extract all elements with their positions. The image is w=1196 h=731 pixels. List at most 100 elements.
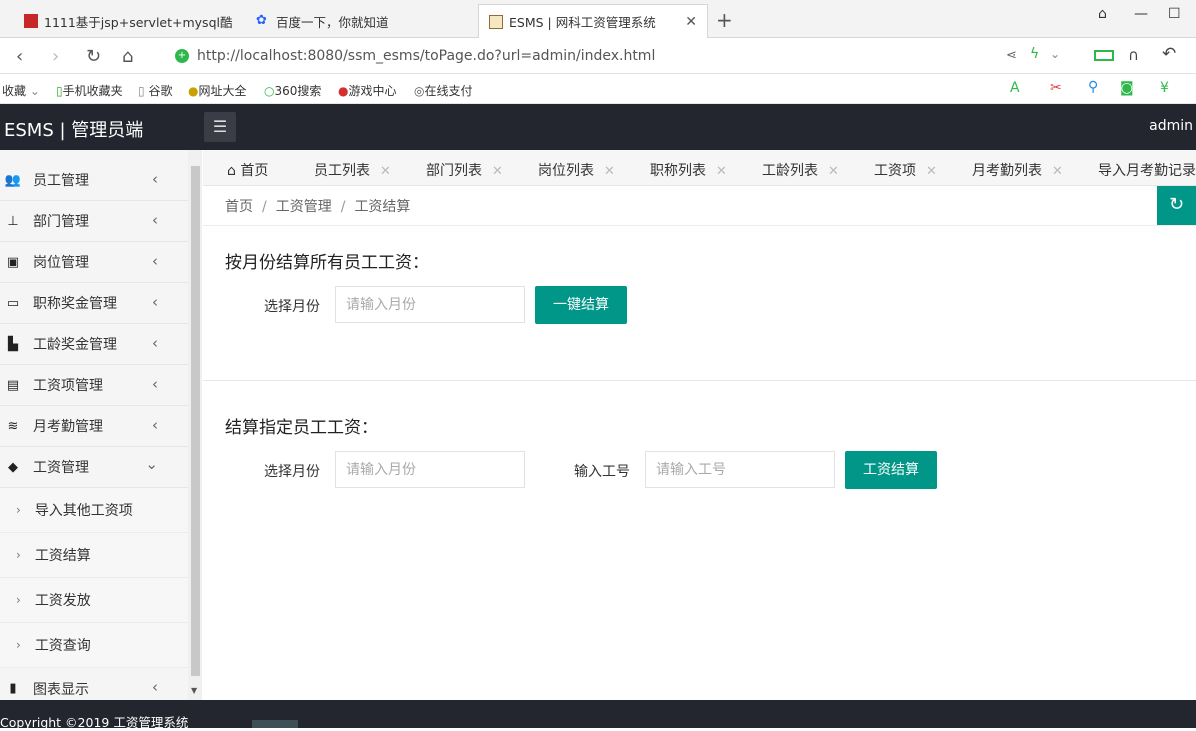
month-label: 选择月份	[264, 299, 320, 315]
copyright-text: Copyright ©2019 工资管理系统	[0, 715, 189, 730]
month-input[interactable]	[335, 451, 525, 488]
close-icon[interactable]: ✕	[716, 164, 727, 179]
tab-label: 职称列表	[650, 163, 706, 179]
esms-favicon-icon	[489, 14, 503, 29]
pay-icon: ◎	[414, 84, 425, 98]
tab-label: 工资项	[874, 163, 916, 179]
sidebar-subitem-settle[interactable]: › 工资结算	[0, 533, 188, 578]
undo-icon[interactable]: ↶	[1162, 44, 1176, 64]
tab-label: 月考勤列表	[972, 163, 1042, 179]
reload-icon[interactable]: ↻	[86, 46, 101, 67]
tab-import-attendance[interactable]: 导入月考勤记录	[1098, 160, 1196, 180]
page-icon: ▯	[138, 84, 145, 98]
close-icon[interactable]: ✕	[926, 164, 937, 179]
home-icon[interactable]: ⌂	[122, 46, 133, 67]
section-title-employee: 结算指定员工工资：	[225, 418, 378, 438]
close-icon[interactable]: ✕	[1052, 164, 1063, 179]
sidebar-item-seniority-bonus[interactable]: ▙ 工龄奖金管理 ‹	[0, 324, 188, 365]
close-icon[interactable]: ✕	[604, 164, 615, 179]
sidebar-subitem-import[interactable]: › 导入其他工资项	[0, 488, 188, 533]
scissors-icon[interactable]: ✂	[1050, 80, 1062, 96]
scroll-down-icon[interactable]: ▼	[191, 686, 197, 695]
tab-employees[interactable]: 员工列表 ✕	[314, 160, 391, 180]
settle-employee-button[interactable]: 工资结算	[845, 451, 937, 489]
bookmark-sites[interactable]: ●网址大全	[188, 82, 247, 99]
admin-user[interactable]: admin	[1149, 118, 1193, 134]
bookmark-label: 360搜索	[274, 84, 322, 98]
sidebar-item-label: 员工管理	[33, 173, 89, 189]
settle-all-button[interactable]: 一键结算	[535, 286, 627, 324]
bookmark-360[interactable]: ○360搜索	[264, 82, 321, 99]
sidebar-subitem-query[interactable]: › 工资查询	[0, 623, 188, 668]
page-tabs: ⌂ 首页 员工列表 ✕ 部门列表 ✕ 岗位列表 ✕ 职称列表 ✕ 工龄列表 ✕ 工资项 ✕ …	[203, 150, 1196, 186]
share-icon[interactable]: ⋖	[1006, 48, 1017, 63]
employee-id-input[interactable]	[645, 451, 835, 488]
book-icon: ▮	[9, 681, 17, 696]
search-icon[interactable]: ⚲	[1088, 79, 1098, 95]
tab-seniority[interactable]: 工龄列表 ✕	[762, 160, 839, 180]
app-header: ESMS | 管理员端 ☰ admin	[0, 104, 1196, 150]
sidebar-item-label: 职称奖金管理	[33, 296, 117, 312]
bookmark-pay[interactable]: ◎在线支付	[414, 82, 473, 99]
sidebar-item-departments[interactable]: ⊥ 部门管理 ‹	[0, 201, 188, 242]
menu-toggle-icon[interactable]: ☰	[204, 112, 236, 142]
tab-home[interactable]: ⌂ 首页	[227, 160, 268, 180]
bookmarks-bar: 收藏 ⌄ ▯手机收藏夹 ▯ 谷歌 ●网址大全 ○360搜索 ●游戏中心 ◎在线支…	[0, 74, 1196, 104]
chevron-down-icon[interactable]: ⌄	[1050, 47, 1060, 61]
translate-icon[interactable]: A	[1010, 80, 1020, 96]
sidebar-subitem-payout[interactable]: › 工资发放	[0, 578, 188, 623]
browser-tab-title: 1111基于jsp+servlet+mysql酷	[44, 14, 233, 30]
close-icon[interactable]: ✕	[380, 164, 391, 179]
browser-tab-3[interactable]: ESMS | 网科工资管理系统 ✕	[478, 4, 708, 38]
bookmark-favorites[interactable]: 收藏 ⌄	[2, 82, 40, 99]
yen-icon[interactable]: ¥	[1160, 80, 1169, 96]
breadcrumb-item[interactable]: 工资管理	[276, 199, 332, 215]
bookmark-mobile[interactable]: ▯手机收藏夹	[56, 82, 123, 99]
tab-label: 工龄列表	[762, 163, 818, 179]
tab-departments[interactable]: 部门列表 ✕	[426, 160, 503, 180]
bookmark-label: 网址大全	[198, 84, 247, 98]
browser-tab-2[interactable]: ✿ 百度一下，你就知道	[246, 4, 474, 38]
bookmark-games[interactable]: ●游戏中心	[338, 82, 397, 99]
tab-titles[interactable]: 职称列表 ✕	[650, 160, 727, 180]
sidebar-item-title-bonus[interactable]: ▭ 职称奖金管理 ‹	[0, 283, 188, 324]
back-icon[interactable]: ‹	[16, 46, 23, 67]
breadcrumb-item: 工资结算	[354, 199, 411, 215]
gamepad-icon[interactable]: ◙	[1120, 80, 1134, 96]
shirt-icon[interactable]: ⌂	[1098, 6, 1107, 22]
close-icon[interactable]: ✕	[492, 164, 503, 179]
refresh-icon[interactable]: ↻	[1157, 186, 1196, 225]
sidebar-item-employees[interactable]: 👥 员工管理 ‹	[0, 160, 188, 201]
breadcrumb-item[interactable]: 首页	[225, 199, 253, 215]
bookmark-label: 游戏中心	[348, 84, 397, 98]
sidebar-item-salary-items[interactable]: ▤ 工资项管理 ‹	[0, 365, 188, 406]
sidebar-item-label: 工资管理	[33, 460, 89, 476]
headphones-icon[interactable]: ∩	[1128, 46, 1139, 64]
sidebar: 👥 员工管理 ‹ ⊥ 部门管理 ‹ ▣ 岗位管理 ‹ ▭ 职称奖金管理 ‹ ▙ …	[0, 150, 202, 700]
sidebar-item-salary[interactable]: ◆ 工资管理 ⌄	[0, 447, 188, 488]
tab-salary-items[interactable]: 工资项 ✕	[874, 160, 937, 180]
sidebar-item-attendance[interactable]: ≋ 月考勤管理 ‹	[0, 406, 188, 447]
tab-positions[interactable]: 岗位列表 ✕	[538, 160, 615, 180]
url-field[interactable]: + http://localhost:8080/ssm_esms/toPage.…	[175, 44, 1005, 68]
sidebar-item-charts[interactable]: ▮ 图表显示 ‹	[0, 668, 188, 700]
close-tab-icon[interactable]: ✕	[685, 14, 697, 30]
bookmark-label: 手机收藏夹	[62, 84, 123, 98]
bookmark-label: 谷歌	[148, 84, 173, 98]
forward-icon[interactable]: ›	[52, 46, 59, 67]
bolt-icon[interactable]: ϟ	[1030, 46, 1039, 62]
battery-icon[interactable]	[1094, 50, 1114, 61]
new-tab-button[interactable]: +	[716, 8, 733, 32]
browser-tab-1[interactable]: 1111基于jsp+servlet+mysql酷	[14, 4, 242, 38]
tab-attendance[interactable]: 月考勤列表 ✕	[972, 160, 1063, 180]
briefcase-icon: ▭	[6, 295, 20, 311]
month-input[interactable]	[335, 286, 525, 323]
sidebar-subitem-label: 导入其他工资项	[34, 503, 133, 519]
sidebar-subitem-label: 工资结算	[34, 548, 91, 564]
minimize-icon[interactable]: —	[1134, 6, 1148, 22]
maximize-icon[interactable]: ☐	[1168, 6, 1181, 22]
bookmark-google[interactable]: ▯ 谷歌	[138, 82, 172, 99]
close-icon[interactable]: ✕	[828, 164, 839, 179]
sidebar-scroll-thumb[interactable]	[191, 166, 200, 676]
sidebar-item-positions[interactable]: ▣ 岗位管理 ‹	[0, 242, 188, 283]
